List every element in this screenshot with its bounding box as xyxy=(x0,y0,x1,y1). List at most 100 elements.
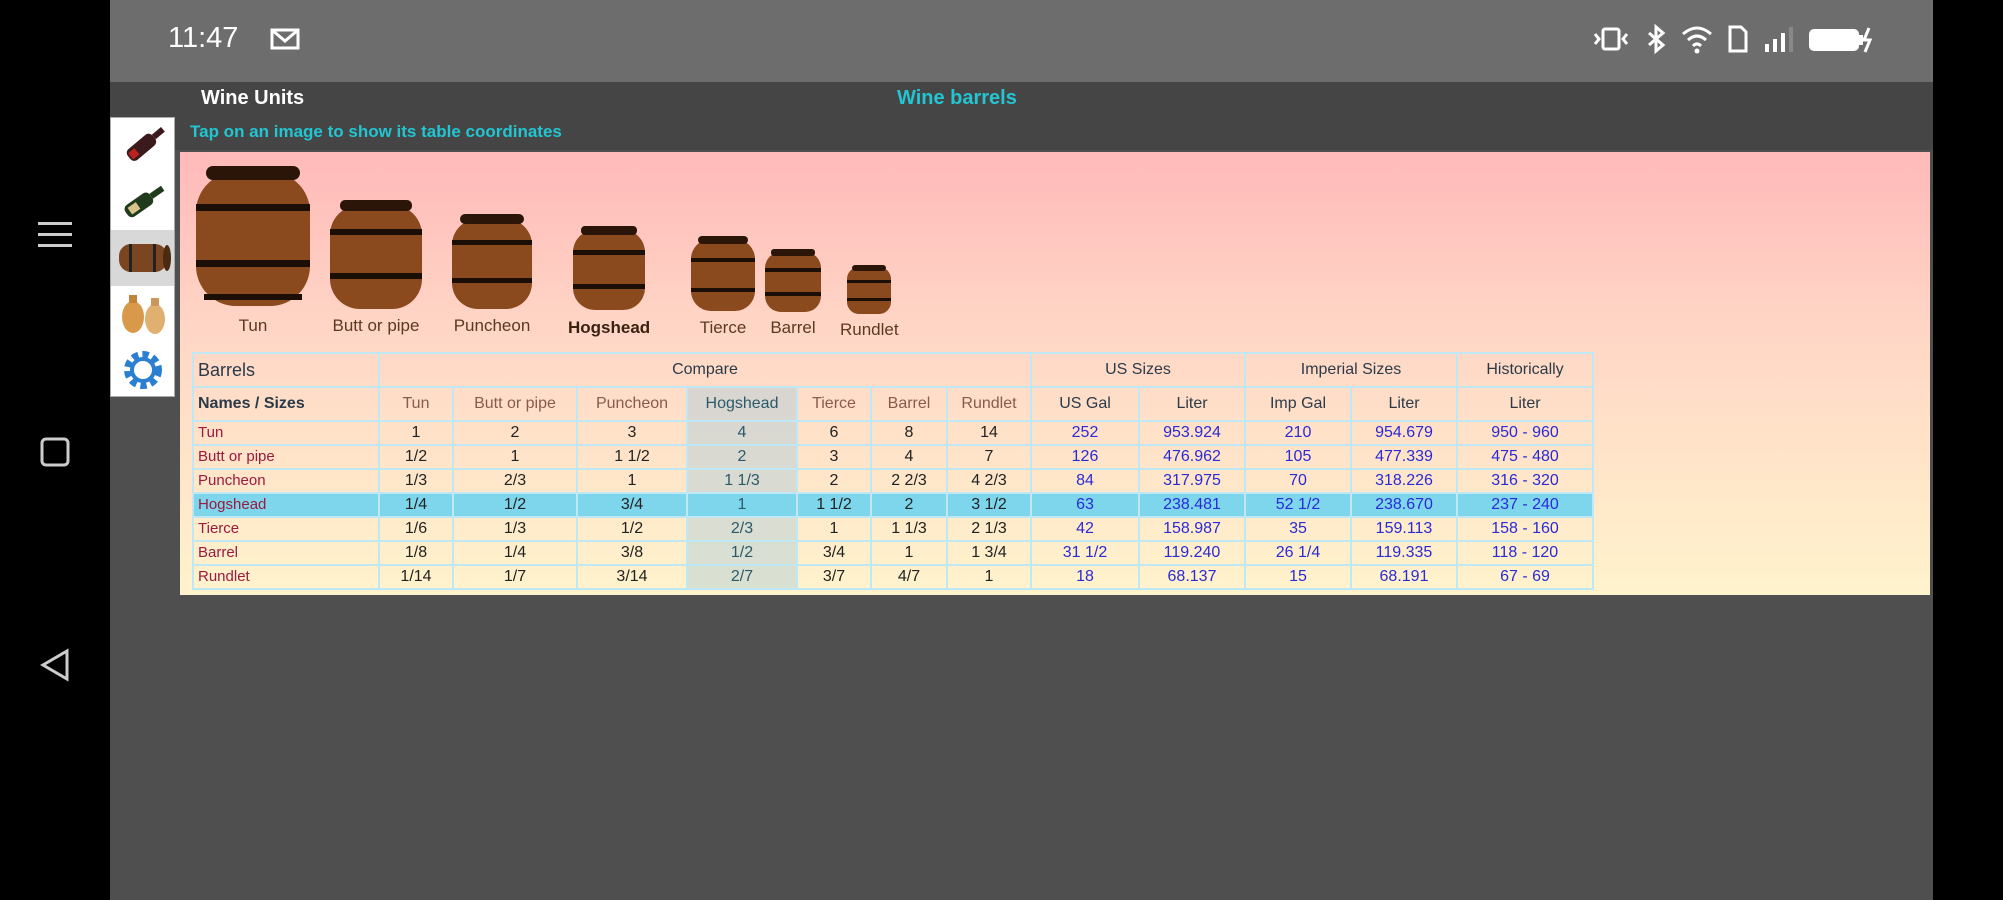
bluetooth-icon xyxy=(1648,24,1666,54)
table-cell: 68.191 xyxy=(1350,564,1458,590)
table-row[interactable]: Hogshead 1/4 1/2 3/4 1 1 1/2 2 3 1/2 63 238.481 52… xyxy=(192,492,1594,518)
header-imperial-sizes: Imperial Sizes xyxy=(1244,352,1458,388)
sidebar-item-barrels[interactable] xyxy=(111,230,174,286)
table-cell: 2 xyxy=(452,420,578,446)
barrel-tierce[interactable]: Tierce xyxy=(688,234,758,338)
table-cell: 238.670 xyxy=(1350,492,1458,518)
table-cell: 3/4 xyxy=(796,540,872,566)
sidebar-item-amphorae[interactable] xyxy=(111,286,174,342)
table-cell: 52 1/2 xyxy=(1244,492,1352,518)
barrel-label: Barrel xyxy=(770,318,816,337)
right-black-bar xyxy=(1933,0,2003,900)
page-title: Wine barrels xyxy=(897,87,1017,109)
column-header: Tierce xyxy=(796,386,872,422)
barrel-hogshead[interactable]: Hogshead xyxy=(568,224,650,338)
table-cell: 4/7 xyxy=(870,564,948,590)
table-row[interactable]: Tun 1 2 3 4 6 8 14 252 953.924 210 954.679 950 - 960 xyxy=(192,420,1594,446)
column-header: Liter xyxy=(1350,386,1458,422)
table-cell: 2 2/3 xyxy=(870,468,948,494)
sidebar-item-settings[interactable] xyxy=(111,342,174,398)
table-cell: 316 - 320 xyxy=(1456,468,1594,494)
table-cell: 63 xyxy=(1030,492,1140,518)
table-row[interactable]: Barrel 1/8 1/4 3/8 1/2 3/4 1 1 3/4 31 1/2 119.240… xyxy=(192,540,1594,566)
table-row[interactable]: Tierce 1/6 1/3 1/2 2/3 1 1 1/3 2 1/3 42 158.987 35… xyxy=(192,516,1594,542)
column-header: Rundlet xyxy=(946,386,1032,422)
table-cell: 1/6 xyxy=(378,516,454,542)
table-cell: 1 1/3 xyxy=(870,516,948,542)
column-header: Imp Gal xyxy=(1244,386,1352,422)
table-cell: 477.339 xyxy=(1350,444,1458,470)
table-cell: 3 1/2 xyxy=(946,492,1032,518)
barrel-image-icon xyxy=(847,265,892,314)
table-cell: 2 1/3 xyxy=(946,516,1032,542)
table-cell: 210 xyxy=(1244,420,1352,446)
barrel-barrel[interactable]: Barrel xyxy=(762,248,824,338)
table-cell: 237 - 240 xyxy=(1456,492,1594,518)
table-cell: 2 xyxy=(796,468,872,494)
vibrate-icon xyxy=(1593,27,1629,51)
gear-icon xyxy=(123,351,162,389)
category-sidebar xyxy=(110,117,175,397)
barrel-image-icon xyxy=(196,166,310,306)
header-us-sizes: US Sizes xyxy=(1030,352,1246,388)
table-cell: 475 - 480 xyxy=(1456,444,1594,470)
table-cell: 4 xyxy=(686,420,798,446)
table-row[interactable]: Puncheon 1/3 2/3 1 1 1/3 2 2 2/3 4 2/3 84 317.975… xyxy=(192,468,1594,494)
table-cell: 238.481 xyxy=(1138,492,1246,518)
table-cell: 119.335 xyxy=(1350,540,1458,566)
table-cell: 158.987 xyxy=(1138,516,1246,542)
table-cell: 317.975 xyxy=(1138,468,1246,494)
back-button-icon[interactable] xyxy=(30,640,80,690)
row-name: Tun xyxy=(192,420,380,446)
wine-bottle-dark-icon xyxy=(126,126,165,161)
barrel-content: Tun Butt or pipe Puncheon Hogshead Tierc… xyxy=(180,152,1930,595)
barrel-image-icon xyxy=(765,249,821,312)
table-cell: 3 xyxy=(796,444,872,470)
table-cell: 3 xyxy=(576,420,688,446)
app-bar: Wine Units Wine barrels Tap on an image … xyxy=(110,82,1933,150)
row-name: Rundlet xyxy=(192,564,380,590)
table-cell: 14 xyxy=(946,420,1032,446)
home-button-icon[interactable] xyxy=(30,427,80,477)
table-cell: 26 1/4 xyxy=(1244,540,1352,566)
app-title: Wine Units xyxy=(201,87,305,109)
barrel-rundlet[interactable]: Rundlet xyxy=(840,264,899,340)
table-cell: 105 xyxy=(1244,444,1352,470)
table-cell: 950 - 960 xyxy=(1456,420,1594,446)
table-cell: 3/7 xyxy=(796,564,872,590)
table-cell: 1/4 xyxy=(378,492,454,518)
table-body: Tun 1 2 3 4 6 8 14 252 953.924 210 954.679 950 - 960… xyxy=(192,420,1594,590)
table-cell: 1 xyxy=(576,468,688,494)
sidebar-item-wine-bottle[interactable] xyxy=(111,118,174,174)
table-cell: 1/8 xyxy=(378,540,454,566)
table-cell: 953.924 xyxy=(1138,420,1246,446)
table-cell: 1 xyxy=(870,540,948,566)
table-cell: 3/4 xyxy=(576,492,688,518)
system-nav-rail xyxy=(0,0,110,900)
table-cell: 1/2 xyxy=(452,492,578,518)
wine-bottle-green-icon xyxy=(124,185,164,218)
table-cell: 35 xyxy=(1244,516,1352,542)
table-cell: 42 xyxy=(1030,516,1140,542)
table-cell: 1 xyxy=(378,420,454,446)
row-name: Barrel xyxy=(192,540,380,566)
sidebar-item-green-bottle[interactable] xyxy=(111,174,174,230)
table-cell: 318.226 xyxy=(1350,468,1458,494)
table-cell: 6 xyxy=(796,420,872,446)
table-row[interactable]: Butt or pipe 1/2 1 1 1/2 2 3 4 7 126 476.962 105 47… xyxy=(192,444,1594,470)
barrel-tun[interactable]: Tun xyxy=(190,162,316,336)
barrel-image-icon xyxy=(573,226,646,310)
menu-icon[interactable] xyxy=(30,210,80,260)
table-cell: 1 1/2 xyxy=(796,492,872,518)
barrel-puncheon[interactable]: Puncheon xyxy=(448,212,536,336)
barrel-label: Butt or pipe xyxy=(332,316,420,335)
status-time: 11:47 xyxy=(168,22,239,54)
table-cell: 3/8 xyxy=(576,540,688,566)
table-cell: 954.679 xyxy=(1350,420,1458,446)
header-historically: Historically xyxy=(1456,352,1594,388)
table-row[interactable]: Rundlet 1/14 1/7 3/14 2/7 3/7 4/7 1 18 68.137 15 68… xyxy=(192,564,1594,590)
column-header: Tun xyxy=(378,386,454,422)
barrel-table: Barrels Compare US Sizes Imperial Sizes … xyxy=(192,352,1594,590)
barrel-butt-or-pipe[interactable]: Butt or pipe xyxy=(326,197,426,336)
column-header: Liter xyxy=(1456,386,1594,422)
